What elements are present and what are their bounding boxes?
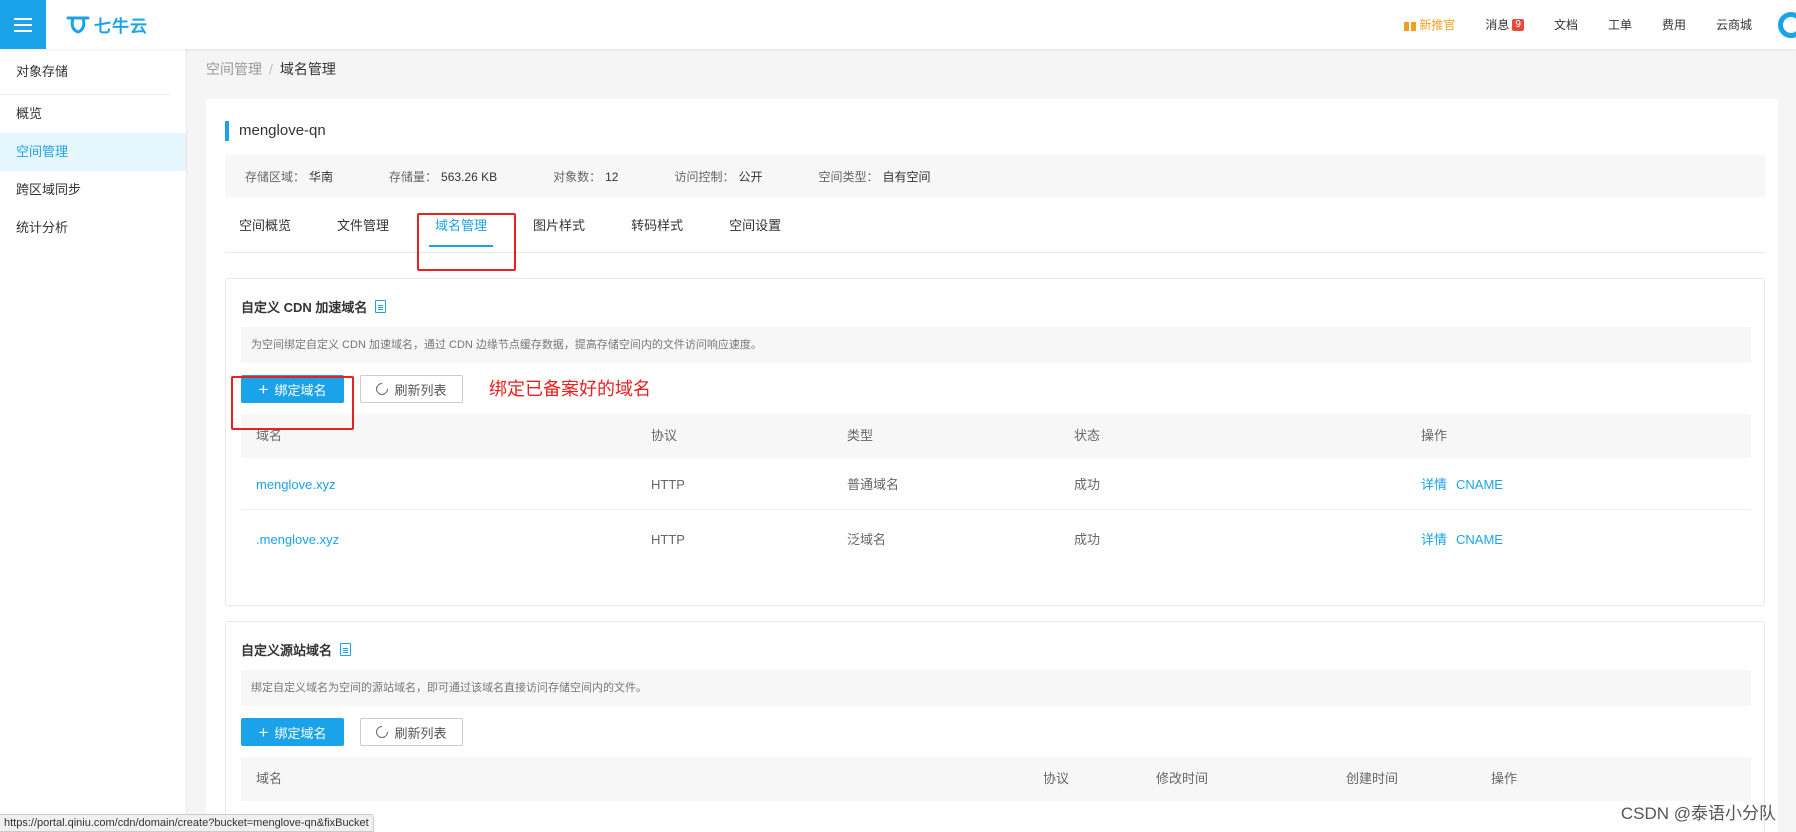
document-icon[interactable] <box>375 300 387 313</box>
info-type-label: 空间类型： <box>818 169 879 184</box>
info-access: 访问控制： 公开 <box>674 168 762 185</box>
nav-promo[interactable]: 新推官 <box>1404 16 1455 33</box>
column-modified-time: 修改时间 <box>1156 771 1209 786</box>
refresh-list-button[interactable]: 刷新列表 <box>360 375 463 403</box>
plus-icon: + <box>258 722 269 742</box>
watermark: CSDN @泰语小分队 <box>1620 804 1776 823</box>
info-type-value: 自有空间 <box>882 169 931 184</box>
column-created-time: 创建时间 <box>1346 771 1399 786</box>
column-type: 类型 <box>847 428 874 443</box>
sidebar-item-cross-region-sync[interactable]: 跨区域同步 <box>0 171 186 209</box>
column-domain: 域名 <box>256 771 283 786</box>
origin-section-title-text: 自定义源站域名 <box>241 643 333 658</box>
row-detail-link[interactable]: 详情 <box>1421 460 1447 510</box>
info-storage-value: 563.26 KB <box>441 169 498 184</box>
origin-domain-card: 自定义源站域名 绑定自定义域名为空间的源站域名，即可通过该域名直接访问存储空间内… <box>225 621 1765 832</box>
info-region-label: 存储区域： <box>245 169 306 184</box>
messages-badge: 9 <box>1512 18 1524 31</box>
row-status: 成功 <box>1074 532 1101 547</box>
info-storage: 存储量： 563.26 KB <box>389 168 497 185</box>
refresh-origin-list-button[interactable]: 刷新列表 <box>360 718 463 746</box>
info-region-value: 华南 <box>309 169 334 184</box>
refresh-icon <box>373 380 391 398</box>
breadcrumb-parent[interactable]: 空间管理 <box>206 61 262 77</box>
breadcrumb-current: 域名管理 <box>279 61 336 77</box>
nav-billing[interactable]: 费用 <box>1662 16 1686 33</box>
cdn-section-title-text: 自定义 CDN 加速域名 <box>241 300 368 315</box>
origin-section-title: 自定义源站域名 <box>241 640 352 659</box>
column-protocol: 协议 <box>1043 771 1070 786</box>
info-region: 存储区域： 华南 <box>245 168 333 185</box>
sidebar-title[interactable]: 对象存储 <box>0 49 170 95</box>
tab-overview[interactable]: 空间概览 <box>225 211 305 253</box>
column-protocol: 协议 <box>651 428 678 443</box>
origin-table-header: 域名 协议 修改时间 创建时间 操作 <box>241 757 1751 801</box>
top-bar: 七牛云 新推官 消息 9 文档 工单 费用 云商城 <box>0 0 1796 49</box>
info-access-value: 公开 <box>738 169 763 184</box>
origin-section-description: 绑定自定义域名为空间的源站域名，即可通过该域名直接访问存储空间内的文件。 <box>241 670 1751 706</box>
row-protocol: HTTP <box>651 477 685 492</box>
nav-messages[interactable]: 消息 9 <box>1485 16 1524 33</box>
table-row: .menglove.xyz HTTP 泛域名 成功 详情 CNAME <box>241 515 1751 565</box>
sidebar-item-buckets[interactable]: 空间管理 <box>0 133 186 171</box>
avatar[interactable] <box>1778 11 1796 38</box>
sidebar-item-overview[interactable]: 概览 <box>0 95 186 133</box>
info-storage-label: 存储量： <box>389 169 438 184</box>
refresh-list-button-label: 刷新列表 <box>394 382 447 398</box>
breadcrumb-separator: / <box>269 61 273 77</box>
top-nav: 新推官 消息 9 文档 工单 费用 云商城 <box>1374 0 1796 49</box>
tab-image-styles[interactable]: 图片样式 <box>519 211 599 253</box>
table-row: menglove.xyz HTTP 普通域名 成功 详情 CNAME <box>241 460 1751 510</box>
tab-files[interactable]: 文件管理 <box>323 211 403 253</box>
highlight-box-bind-button <box>231 376 354 430</box>
sidebar: 对象存储 概览 空间管理 跨区域同步 统计分析 <box>0 49 187 832</box>
hamburger-menu-icon[interactable] <box>0 0 46 49</box>
row-cname-link[interactable]: CNAME <box>1456 460 1503 510</box>
refresh-icon <box>373 723 391 741</box>
row-cname-link[interactable]: CNAME <box>1456 515 1503 565</box>
cdn-table-header: 域名 协议 类型 状态 操作 <box>241 414 1751 458</box>
row-domain-link[interactable]: .menglove.xyz <box>256 515 339 565</box>
row-type: 泛域名 <box>847 532 887 547</box>
info-objects-label: 对象数： <box>553 169 602 184</box>
nav-docs[interactable]: 文档 <box>1554 16 1578 33</box>
column-status: 状态 <box>1074 428 1101 443</box>
gift-icon <box>1404 18 1417 31</box>
bind-origin-domain-button[interactable]: + 绑定域名 <box>241 718 344 746</box>
qiniu-logo-icon <box>66 16 90 34</box>
document-icon[interactable] <box>340 643 352 656</box>
sidebar-item-statistics[interactable]: 统计分析 <box>0 209 186 247</box>
bucket-name: menglove-qn <box>225 121 326 141</box>
logo[interactable]: 七牛云 <box>66 12 148 37</box>
cdn-section-description: 为空间绑定自定义 CDN 加速域名，通过 CDN 边缘节点缓存数据，提高存储空间… <box>241 327 1751 363</box>
info-type: 空间类型： 自有空间 <box>819 168 931 185</box>
info-access-label: 访问控制： <box>674 169 735 184</box>
breadcrumb: 空间管理 / 域名管理 <box>206 59 336 79</box>
cdn-section-title: 自定义 CDN 加速域名 <box>241 297 387 316</box>
bind-origin-domain-button-label: 绑定域名 <box>274 725 327 741</box>
nav-promo-label: 新推官 <box>1419 18 1456 32</box>
row-domain-link[interactable]: menglove.xyz <box>256 460 335 510</box>
row-protocol: HTTP <box>651 532 685 547</box>
logo-text: 七牛云 <box>94 17 148 36</box>
row-type: 普通域名 <box>847 477 900 492</box>
tab-transcode-styles[interactable]: 转码样式 <box>617 211 697 253</box>
column-actions: 操作 <box>1421 428 1448 443</box>
browser-status-bar: https://portal.qiniu.com/cdn/domain/crea… <box>0 814 374 832</box>
cdn-domain-card: 自定义 CDN 加速域名 为空间绑定自定义 CDN 加速域名，通过 CDN 边缘… <box>225 278 1765 606</box>
tab-settings[interactable]: 空间设置 <box>715 211 795 253</box>
refresh-origin-list-button-label: 刷新列表 <box>394 725 447 741</box>
row-status: 成功 <box>1074 477 1101 492</box>
nav-marketplace[interactable]: 云商城 <box>1716 16 1752 33</box>
highlight-box-domains-tab <box>417 213 516 271</box>
row-detail-link[interactable]: 详情 <box>1421 515 1447 565</box>
info-objects-value: 12 <box>605 169 619 184</box>
nav-messages-label: 消息 <box>1485 18 1510 32</box>
nav-tickets[interactable]: 工单 <box>1608 16 1632 33</box>
main-panel: menglove-qn 存储区域： 华南 存储量： 563.26 KB 对象数： 12… <box>206 99 1778 832</box>
info-objects: 对象数： 12 <box>553 168 618 185</box>
bucket-info-bar: 存储区域： 华南 存储量： 563.26 KB 对象数： 12 访问控制： 公开 空间类… <box>225 155 1765 197</box>
column-actions: 操作 <box>1491 771 1518 786</box>
annotation-text: 绑定已备案好的域名 <box>489 379 651 399</box>
